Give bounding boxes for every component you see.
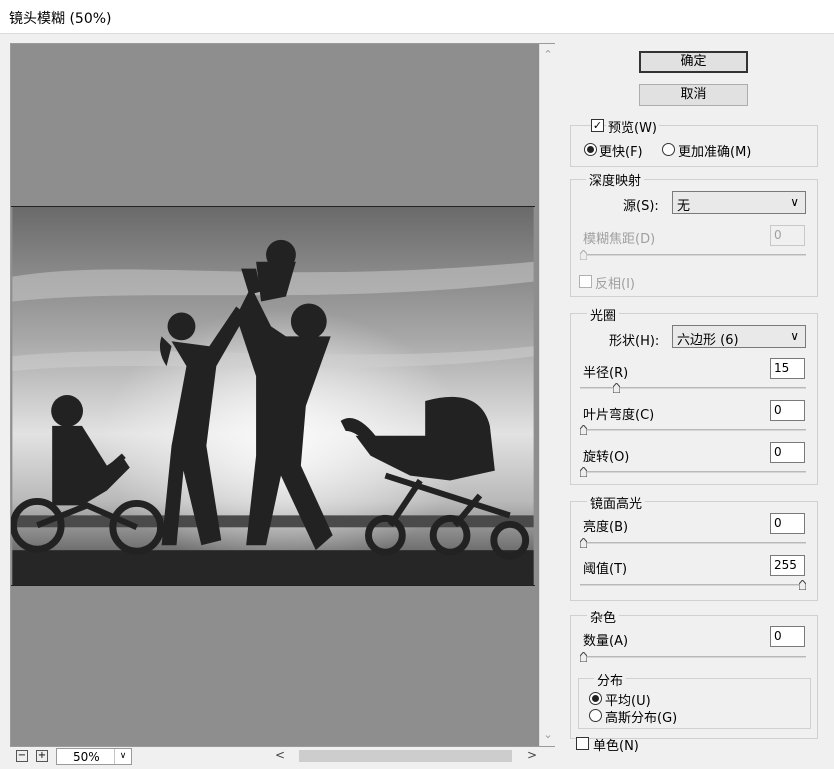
shape-value: 六边形 (6) bbox=[677, 333, 739, 348]
blade-curvature-label: 叶片弯度(C) bbox=[583, 408, 655, 423]
blade-curvature-slider[interactable] bbox=[580, 425, 806, 435]
threshold-slider[interactable] bbox=[580, 580, 806, 590]
monochromatic-checkbox[interactable] bbox=[576, 737, 589, 750]
source-select[interactable]: 无 ∨ bbox=[672, 191, 806, 214]
distribution-title: 分布 bbox=[594, 670, 627, 689]
source-label: 源(S): bbox=[623, 199, 659, 214]
gaussian-label: 高斯分布(G) bbox=[605, 711, 678, 726]
brightness-field[interactable]: 0 bbox=[770, 513, 805, 534]
focal-distance-field[interactable]: 0 bbox=[770, 225, 805, 246]
cancel-button[interactable]: 取消 bbox=[639, 84, 748, 106]
preview-photo bbox=[11, 206, 535, 586]
preview-vertical-scrollbar[interactable]: ⌃ ⌄ bbox=[539, 44, 555, 746]
zoom-select[interactable]: 50% ∨ bbox=[56, 748, 132, 765]
threshold-label: 阈值(T) bbox=[583, 562, 628, 577]
zoom-value: 50% bbox=[73, 750, 100, 764]
more-accurate-label: 更加准确(M) bbox=[678, 145, 752, 160]
noise-title: 杂色 bbox=[587, 607, 620, 626]
zoom-out-button[interactable]: − bbox=[16, 750, 28, 762]
scroll-right-icon[interactable]: > bbox=[527, 748, 537, 762]
radius-field[interactable]: 15 bbox=[770, 358, 805, 379]
rotation-label: 旋转(O) bbox=[583, 450, 630, 465]
focal-distance-slider[interactable] bbox=[580, 250, 806, 260]
monochromatic-label: 单色(N) bbox=[593, 739, 639, 754]
gaussian-radio[interactable] bbox=[589, 709, 602, 722]
uniform-radio[interactable] bbox=[589, 692, 602, 705]
chevron-down-icon: ∨ bbox=[790, 329, 799, 343]
brightness-label: 亮度(B) bbox=[583, 520, 629, 535]
preview-pane[interactable]: ⌃ ⌄ bbox=[10, 43, 555, 747]
scrollbar-thumb[interactable] bbox=[299, 750, 512, 762]
amount-label: 数量(A) bbox=[583, 634, 629, 649]
window-title: 镜头模糊 (50%) bbox=[9, 11, 112, 27]
focal-distance-label: 模糊焦距(D) bbox=[583, 232, 656, 247]
threshold-field[interactable]: 255 bbox=[770, 555, 805, 576]
radius-slider[interactable] bbox=[580, 383, 806, 393]
preview-label: 预览(W) bbox=[606, 117, 659, 136]
scroll-down-icon[interactable]: ⌄ bbox=[543, 729, 553, 740]
invert-checkbox[interactable] bbox=[579, 275, 592, 288]
scroll-up-icon[interactable]: ⌃ bbox=[543, 49, 553, 60]
shape-select[interactable]: 六边形 (6) ∨ bbox=[672, 325, 806, 348]
more-accurate-radio[interactable] bbox=[662, 143, 675, 156]
specular-title: 镜面高光 bbox=[587, 493, 646, 512]
blade-curvature-field[interactable]: 0 bbox=[770, 400, 805, 421]
faster-label: 更快(F) bbox=[599, 145, 643, 160]
amount-field[interactable]: 0 bbox=[770, 626, 805, 647]
preview-bottom-bar: − + 50% ∨ < > bbox=[10, 745, 555, 767]
rotation-field[interactable]: 0 bbox=[770, 442, 805, 463]
invert-label: 反相(I) bbox=[595, 277, 635, 292]
amount-slider[interactable] bbox=[580, 652, 806, 662]
rotation-slider[interactable] bbox=[580, 467, 806, 477]
depth-map-title: 深度映射 bbox=[586, 170, 645, 189]
preview-canvas[interactable] bbox=[11, 44, 538, 746]
preview-horizontal-scrollbar[interactable]: < > bbox=[272, 748, 540, 765]
chevron-down-icon[interactable]: ∨ bbox=[114, 749, 131, 764]
zoom-in-button[interactable]: + bbox=[36, 750, 48, 762]
scroll-left-icon[interactable]: < bbox=[275, 748, 285, 762]
faster-radio[interactable] bbox=[584, 143, 597, 156]
source-value: 无 bbox=[677, 199, 691, 214]
ok-button[interactable]: 确定 bbox=[639, 51, 748, 73]
title-bar: 镜头模糊 (50%) bbox=[0, 0, 834, 34]
iris-title: 光圈 bbox=[587, 305, 620, 324]
preview-checkbox[interactable]: ✓ bbox=[591, 119, 604, 132]
chevron-down-icon: ∨ bbox=[790, 195, 799, 209]
brightness-slider[interactable] bbox=[580, 538, 806, 548]
shape-label: 形状(H): bbox=[609, 334, 660, 349]
radius-label: 半径(R) bbox=[583, 366, 629, 381]
